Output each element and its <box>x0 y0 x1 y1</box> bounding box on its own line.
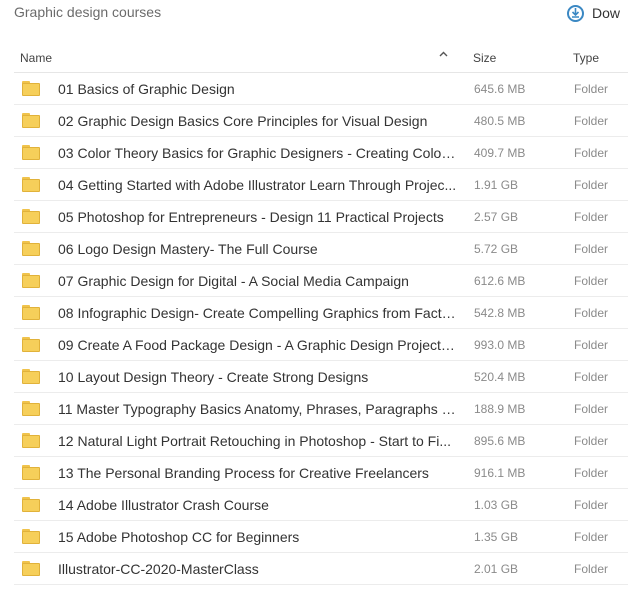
column-header-type[interactable]: Type <box>573 51 599 65</box>
item-name[interactable]: 07 Graphic Design for Digital - A Social… <box>58 273 458 289</box>
list-item[interactable]: 13 The Personal Branding Process for Cre… <box>14 457 628 489</box>
item-type: Folder <box>574 306 609 320</box>
item-name[interactable]: 12 Natural Light Portrait Retouching in … <box>58 433 458 449</box>
file-list: Name Size Type 01 Basics of Graphic Desi… <box>14 42 628 585</box>
item-size: 895.6 MB <box>474 434 526 448</box>
folder-icon <box>22 401 40 416</box>
item-name[interactable]: 05 Photoshop for Entrepreneurs - Design … <box>58 209 458 225</box>
item-size: 1.91 GB <box>474 178 519 192</box>
item-name[interactable]: 04 Getting Started with Adobe Illustrato… <box>58 177 458 193</box>
list-item[interactable]: 08 Infographic Design- Create Compelling… <box>14 297 628 329</box>
folder-icon <box>22 209 40 224</box>
item-name[interactable]: 03 Color Theory Basics for Graphic Desig… <box>58 145 458 161</box>
item-name[interactable]: 09 Create A Food Package Design - A Grap… <box>58 337 458 353</box>
folder-icon <box>22 337 40 352</box>
folder-icon <box>22 113 40 128</box>
item-name[interactable]: 08 Infographic Design- Create Compelling… <box>58 305 458 321</box>
item-size: 916.1 MB <box>474 466 526 480</box>
folder-icon <box>22 529 40 544</box>
item-size: 1.35 GB <box>474 530 519 544</box>
list-body: 01 Basics of Graphic Design 645.6 MB Folde… <box>14 73 628 585</box>
item-type: Folder <box>574 274 609 288</box>
item-type: Folder <box>574 562 609 576</box>
download-label: Dow <box>592 5 621 21</box>
item-type: Folder <box>574 178 609 192</box>
folder-icon <box>22 433 40 448</box>
item-name[interactable]: 13 The Personal Branding Process for Cre… <box>58 465 458 481</box>
item-type: Folder <box>574 498 609 512</box>
folder-icon <box>22 561 40 576</box>
folder-icon <box>22 145 40 160</box>
item-type: Folder <box>574 466 609 480</box>
breadcrumb[interactable]: Graphic design courses <box>14 4 161 20</box>
item-name[interactable]: 11 Master Typography Basics Anatomy, Phr… <box>58 401 458 417</box>
item-size: 2.57 GB <box>474 210 519 224</box>
list-item[interactable]: 14 Adobe Illustrator Crash Course 1.03 GB… <box>14 489 628 521</box>
item-size: 520.4 MB <box>474 370 526 384</box>
item-size: 2.01 GB <box>474 562 519 576</box>
top-bar: Graphic design courses Dow <box>0 0 628 30</box>
item-size: 612.6 MB <box>474 274 526 288</box>
item-name[interactable]: 14 Adobe Illustrator Crash Course <box>58 497 458 513</box>
list-item[interactable]: 06 Logo Design Mastery- The Full Course 5… <box>14 233 628 265</box>
item-size: 409.7 MB <box>474 146 526 160</box>
list-item[interactable]: 04 Getting Started with Adobe Illustrato… <box>14 169 628 201</box>
item-type: Folder <box>574 530 609 544</box>
folder-icon <box>22 497 40 512</box>
item-type: Folder <box>574 338 609 352</box>
list-item[interactable]: 01 Basics of Graphic Design 645.6 MB Folde… <box>14 73 628 105</box>
folder-icon <box>22 305 40 320</box>
item-type: Folder <box>574 210 609 224</box>
item-size: 1.03 GB <box>474 498 519 512</box>
list-item[interactable]: 15 Adobe Photoshop CC for Beginners 1.35 … <box>14 521 628 553</box>
item-name[interactable]: 10 Layout Design Theory - Create Strong … <box>58 369 458 385</box>
list-item[interactable]: 05 Photoshop for Entrepreneurs - Design … <box>14 201 628 233</box>
item-name[interactable]: 06 Logo Design Mastery- The Full Course <box>58 241 458 257</box>
folder-icon <box>22 273 40 288</box>
item-type: Folder <box>574 242 609 256</box>
sort-ascending-icon[interactable] <box>439 48 448 63</box>
column-header-size[interactable]: Size <box>473 51 496 65</box>
item-size: 5.72 GB <box>474 242 519 256</box>
list-item[interactable]: 02 Graphic Design Basics Core Principles… <box>14 105 628 137</box>
item-size: 542.8 MB <box>474 306 526 320</box>
list-item[interactable]: Illustrator-CC-2020-MasterClass 2.01 GB Fo… <box>14 553 628 585</box>
folder-icon <box>22 241 40 256</box>
item-size: 645.6 MB <box>474 82 526 96</box>
item-size: 188.9 MB <box>474 402 526 416</box>
item-name[interactable]: 01 Basics of Graphic Design <box>58 81 458 97</box>
item-type: Folder <box>574 370 609 384</box>
list-item[interactable]: 09 Create A Food Package Design - A Grap… <box>14 329 628 361</box>
folder-icon <box>22 369 40 384</box>
item-type: Folder <box>574 114 609 128</box>
folder-icon <box>22 81 40 96</box>
folder-icon <box>22 177 40 192</box>
item-size: 993.0 MB <box>474 338 526 352</box>
column-header-name[interactable]: Name <box>20 51 52 65</box>
download-icon <box>567 4 584 22</box>
list-item[interactable]: 10 Layout Design Theory - Create Strong … <box>14 361 628 393</box>
list-item[interactable]: 12 Natural Light Portrait Retouching in … <box>14 425 628 457</box>
item-type: Folder <box>574 402 609 416</box>
folder-icon <box>22 465 40 480</box>
list-header: Name Size Type <box>14 42 628 73</box>
item-type: Folder <box>574 434 609 448</box>
list-item[interactable]: 03 Color Theory Basics for Graphic Desig… <box>14 137 628 169</box>
list-item[interactable]: 11 Master Typography Basics Anatomy, Phr… <box>14 393 628 425</box>
item-size: 480.5 MB <box>474 114 526 128</box>
download-button[interactable]: Dow <box>567 3 620 23</box>
item-name[interactable]: 02 Graphic Design Basics Core Principles… <box>58 113 458 129</box>
item-type: Folder <box>574 82 609 96</box>
item-name[interactable]: Illustrator-CC-2020-MasterClass <box>58 561 458 577</box>
list-item[interactable]: 07 Graphic Design for Digital - A Social… <box>14 265 628 297</box>
item-type: Folder <box>574 146 609 160</box>
item-name[interactable]: 15 Adobe Photoshop CC for Beginners <box>58 529 458 545</box>
